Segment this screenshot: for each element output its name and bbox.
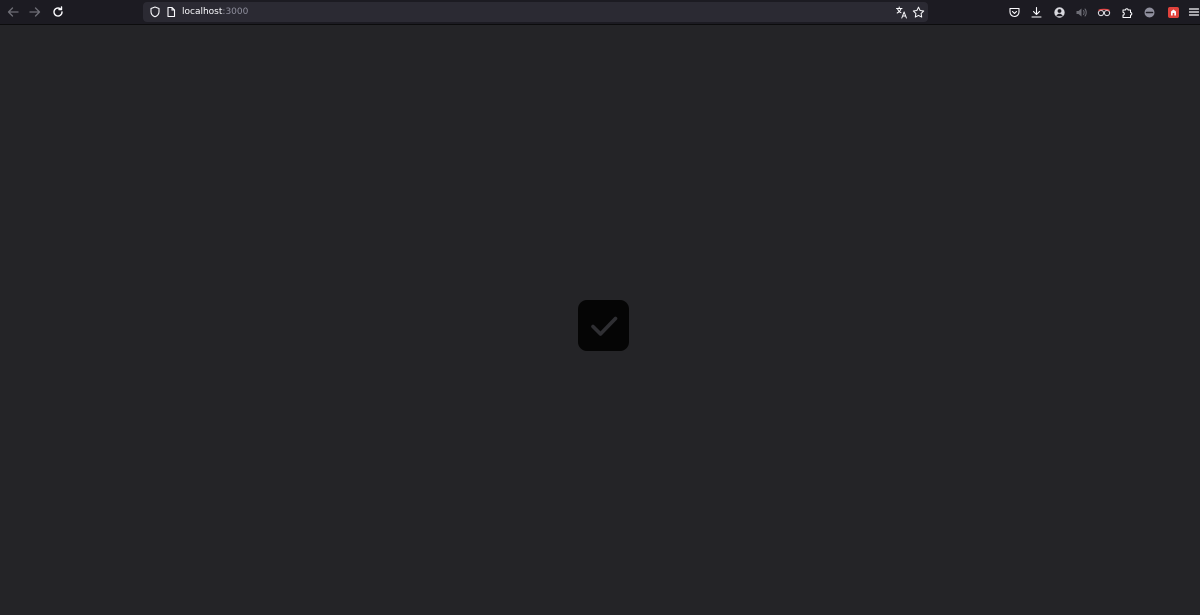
extension-glasses-icon[interactable] — [1095, 3, 1113, 21]
extensions-puzzle-icon[interactable] — [1118, 3, 1136, 21]
extension-blocker-icon[interactable] — [1140, 3, 1158, 21]
checkbox[interactable] — [578, 300, 629, 351]
url-text[interactable]: localhost:3000 — [182, 5, 248, 19]
checkmark-icon — [590, 316, 617, 336]
page-info-icon[interactable] — [162, 3, 180, 21]
downloads-icon[interactable] — [1027, 3, 1045, 21]
account-icon[interactable] — [1050, 3, 1068, 21]
url-port: :3000 — [222, 7, 249, 17]
reload-icon[interactable] — [49, 3, 67, 21]
address-bar[interactable]: localhost:3000 — [143, 2, 928, 22]
bookmark-star-icon[interactable] — [909, 3, 927, 21]
translate-icon[interactable] — [892, 3, 910, 21]
extension-red-icon[interactable] — [1164, 3, 1182, 21]
pocket-icon[interactable] — [1005, 3, 1023, 21]
browser-toolbar: localhost:3000 — [0, 0, 1200, 25]
url-host: localhost — [182, 7, 223, 17]
hamburger-menu-icon[interactable] — [1185, 3, 1200, 21]
forward-arrow-icon[interactable] — [26, 3, 44, 21]
back-arrow-icon[interactable] — [4, 3, 22, 21]
page-content — [0, 25, 1200, 615]
sound-icon[interactable] — [1072, 3, 1090, 21]
